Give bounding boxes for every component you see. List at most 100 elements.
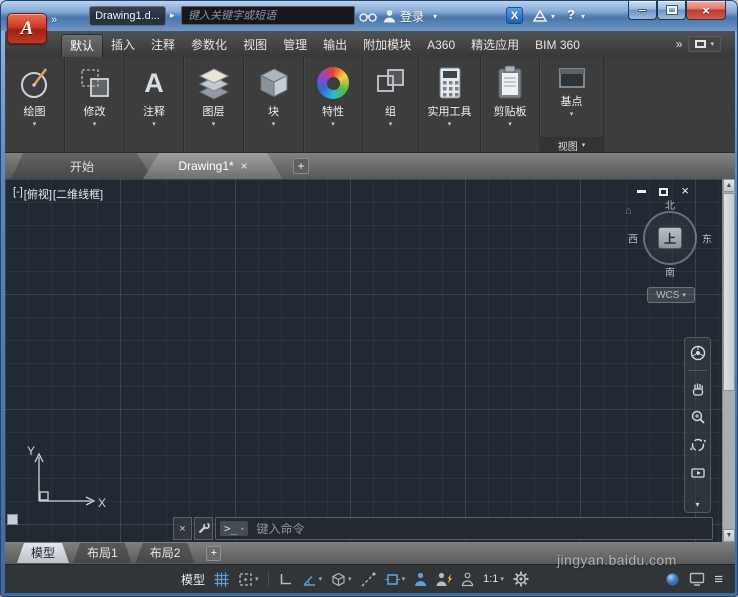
pan-hand-icon[interactable] — [687, 378, 708, 399]
panel-draw[interactable]: 绘图 ▾ — [5, 57, 65, 152]
grid-display-icon[interactable] — [214, 572, 229, 587]
panel-properties[interactable]: 特性 ▾ — [304, 57, 363, 152]
doc-minimize-icon[interactable] — [637, 190, 646, 193]
help-caret-icon[interactable]: ▾ — [581, 12, 585, 21]
model-space-toggle[interactable]: 模型 — [181, 571, 205, 588]
tab-annotate[interactable]: 注释 — [143, 34, 183, 57]
tab-insert[interactable]: 插入 — [103, 34, 143, 57]
zoom-icon[interactable] — [687, 406, 708, 427]
annotation-scale-dropdown[interactable]: 1:1 ▾ — [483, 573, 504, 585]
exchange-apps-icon[interactable]: X — [506, 7, 523, 24]
panel-caret-icon[interactable]: ▾ — [331, 120, 335, 128]
tab-bim360[interactable]: BIM 360 — [527, 34, 588, 57]
panel-caret-icon[interactable]: ▾ — [212, 120, 216, 128]
command-input[interactable] — [254, 521, 708, 537]
tab-a360[interactable]: A360 — [419, 34, 463, 57]
polar-tracking-icon[interactable]: ▾ — [302, 572, 323, 587]
steering-wheel-icon[interactable] — [687, 342, 708, 363]
customize-hamburger-icon[interactable]: ≡ — [714, 572, 723, 587]
annotation-visibility-icon[interactable] — [414, 572, 427, 587]
clean-screen-icon[interactable] — [689, 571, 705, 587]
tab-default[interactable]: 默认 — [61, 34, 103, 57]
isometric-caret-icon[interactable]: ▾ — [348, 575, 352, 583]
command-input-area[interactable]: >_ ▾ — [215, 517, 713, 540]
panel-caret-icon[interactable]: ▾ — [33, 120, 37, 128]
graphics-performance-icon[interactable] — [665, 572, 680, 587]
doc-close-icon[interactable]: × — [681, 184, 689, 197]
panel-clipboard[interactable]: 剪贴板 ▾ — [481, 57, 540, 152]
command-close-icon[interactable]: × — [173, 517, 192, 540]
panel-block[interactable]: 块 ▾ — [244, 57, 304, 152]
show-motion-icon[interactable] — [687, 462, 708, 483]
command-customize-wrench-icon[interactable] — [194, 517, 213, 540]
panel-layers[interactable]: 图层 ▾ — [184, 57, 244, 152]
tab-manage[interactable]: 管理 — [275, 34, 315, 57]
panel-modify[interactable]: 修改 ▾ — [65, 57, 125, 152]
panel-caret-icon[interactable]: ▾ — [93, 120, 97, 128]
panel-caret-icon[interactable]: ▾ — [152, 120, 156, 128]
drawing-canvas[interactable]: [-] [俯视] [二维线框] × ⌂ 北 南 东 西 上 WCS ▾ — [5, 179, 735, 542]
viewcube-west-label[interactable]: 西 — [628, 231, 638, 246]
tab-parametric[interactable]: 参数化 — [183, 34, 235, 57]
tab-overflow-icon[interactable]: » — [670, 37, 689, 51]
viewcube-east-label[interactable]: 东 — [702, 231, 712, 246]
new-drawing-tab-button[interactable]: + — [293, 158, 309, 174]
maximize-button[interactable] — [657, 1, 686, 20]
annotation-scale-caret-icon[interactable]: ▾ — [500, 575, 504, 583]
orbit-icon[interactable] — [687, 434, 708, 455]
tab-addins[interactable]: 附加模块 — [355, 34, 419, 57]
polar-caret-icon[interactable]: ▾ — [319, 575, 323, 583]
panel-caret-icon[interactable]: ▾ — [508, 120, 512, 128]
a360-icon[interactable] — [532, 9, 548, 23]
scroll-down-icon[interactable]: ▼ — [723, 529, 735, 542]
doc-restore-icon[interactable] — [659, 188, 668, 196]
ortho-mode-icon[interactable] — [278, 572, 293, 587]
file-tab-close-icon[interactable]: × — [241, 160, 248, 172]
app-menu-button[interactable]: A — [7, 13, 47, 44]
qat-customize-arrow[interactable]: ▸ — [170, 10, 175, 21]
layout-tab-layout1[interactable]: 布局1 — [73, 543, 132, 563]
workspace-gear-icon[interactable] — [513, 571, 529, 587]
object-snap-icon[interactable]: ▾ — [385, 572, 406, 587]
annotation-monitor-icon[interactable] — [461, 572, 474, 587]
command-prompt-button[interactable]: >_ ▾ — [220, 521, 248, 536]
ribbon-display-toggle[interactable]: ▾ — [688, 36, 721, 52]
sign-in-button[interactable]: 登录 — [400, 8, 424, 25]
viewport-view-menu[interactable]: [俯视] — [24, 186, 52, 202]
navbar-caret-icon[interactable]: ▾ — [695, 500, 699, 509]
qat-overflow-chevrons[interactable]: » — [51, 14, 57, 26]
new-layout-button[interactable]: + — [206, 546, 221, 561]
vertical-scrollbar[interactable]: ▲ ▼ — [722, 179, 735, 542]
scroll-up-icon[interactable]: ▲ — [723, 179, 735, 192]
panel-caret-icon[interactable]: ▾ — [272, 120, 276, 128]
viewcube-top-face-button[interactable]: 上 — [658, 227, 682, 249]
base-view-button[interactable]: 基点 — [561, 96, 583, 109]
snap-mode-icon[interactable]: ▾ — [238, 572, 259, 587]
snap-caret-icon[interactable]: ▾ — [255, 575, 259, 583]
view-panel-title[interactable]: 视图 ▾ — [540, 137, 603, 152]
file-tab-start[interactable]: 开始 — [11, 153, 153, 179]
viewcube-home-icon[interactable]: ⌂ — [625, 205, 632, 217]
viewcube-south-label[interactable]: 南 — [665, 264, 675, 279]
isometric-drafting-icon[interactable]: ▾ — [331, 572, 352, 587]
base-view-caret-icon[interactable]: ▾ — [570, 110, 574, 118]
viewport-visual-style-menu[interactable]: [二维线框] — [53, 186, 103, 202]
viewport-control-menu[interactable]: [-] — [13, 186, 23, 202]
wcs-dropdown[interactable]: WCS ▾ — [647, 287, 695, 303]
search-input[interactable] — [181, 6, 355, 25]
panel-annotate[interactable]: A 注释 ▾ — [125, 57, 184, 152]
annotation-autoscale-icon[interactable] — [436, 572, 452, 587]
search-binoculars-icon[interactable] — [359, 10, 377, 23]
tab-output[interactable]: 输出 — [315, 34, 355, 57]
panel-caret-icon[interactable]: ▾ — [448, 120, 452, 128]
scrollbar-thumb[interactable] — [723, 193, 735, 391]
minimize-button[interactable] — [628, 1, 657, 20]
sign-in-caret-icon[interactable]: ▾ — [433, 12, 437, 21]
file-tab-drawing1[interactable]: Drawing1* × — [143, 153, 283, 179]
object-snap-tracking-icon[interactable] — [361, 572, 376, 587]
panel-utilities[interactable]: 实用工具 ▾ — [419, 57, 481, 152]
close-button[interactable]: × — [686, 1, 726, 20]
viewcube-north-label[interactable]: 北 — [665, 197, 675, 212]
layout-tab-layout2[interactable]: 布局2 — [136, 543, 195, 563]
base-view-icon[interactable] — [555, 61, 589, 95]
